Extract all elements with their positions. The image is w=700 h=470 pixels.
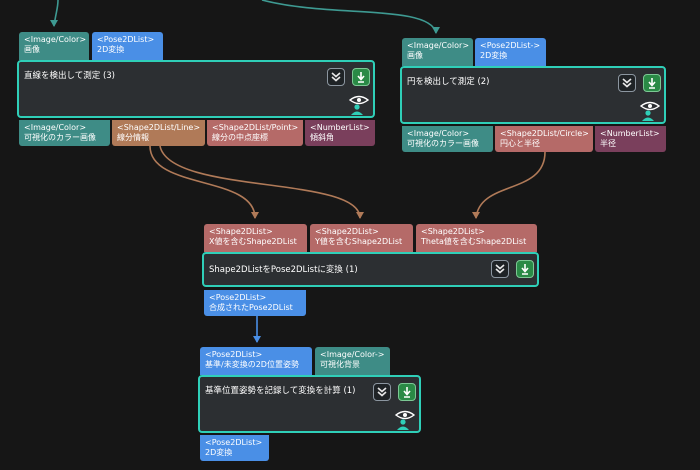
download-icon — [648, 78, 656, 89]
download-button[interactable] — [643, 74, 661, 92]
port-type: <Image/Color-> — [320, 350, 385, 359]
wire-to-image-input-1 — [50, 0, 59, 27]
port-label: 2D変換 — [205, 448, 233, 457]
port-type: <Image/Color> — [24, 35, 87, 44]
download-icon — [357, 72, 365, 83]
download-icon — [403, 387, 411, 398]
visibility-icon[interactable] — [395, 409, 415, 431]
node-detect-line[interactable]: 直線を検出して測定 (3) — [17, 60, 375, 118]
node-title: 直線を検出して測定 (3) — [24, 71, 115, 81]
node-title: 円を検出して測定 (2) — [407, 77, 490, 87]
port-label: 画像 — [24, 45, 40, 54]
port-type: <Shape2DList> — [421, 227, 485, 236]
port-label: 基準/未変換の2D位置姿勢 — [205, 360, 299, 369]
input-port-y-values[interactable]: <Shape2DList> Y値を含むShape2DList — [310, 224, 413, 252]
step-into-icon — [377, 387, 387, 397]
input-port-2d-transform[interactable]: <Pose2DList> 2D変換 — [92, 32, 163, 60]
port-type: <Shape2DList> — [315, 227, 379, 236]
download-button[interactable] — [516, 260, 534, 278]
input-port-x-values[interactable]: <Shape2DList> X値を含むShape2DList — [204, 224, 307, 252]
port-type: <Shape2DList/Line> — [117, 123, 201, 132]
port-label: 2D変換 — [97, 45, 125, 54]
output-port-visualization-image[interactable]: <Image/Color> 可視化のカラー画像 — [402, 126, 493, 152]
port-type: <Image/Color> — [24, 123, 87, 132]
input-port-theta-values[interactable]: <Shape2DList> Theta値を含むShape2DList — [416, 224, 537, 252]
port-type: <Pose2DList> — [209, 293, 267, 302]
port-type: <Image/Color> — [407, 41, 470, 50]
port-label: 合成されたPose2DList — [209, 303, 293, 312]
port-type: <Pose2DList-> — [480, 41, 541, 50]
port-type: <NumberList> — [600, 129, 660, 138]
output-port-line-midpoints[interactable]: <Shape2DList/Point> 線分の中点座標 — [207, 120, 303, 146]
step-into-button[interactable] — [373, 383, 391, 401]
port-label: 画像 — [407, 51, 423, 60]
visibility-icon[interactable] — [349, 94, 369, 116]
wire-line-to-x — [149, 145, 259, 219]
input-port-visualization-background[interactable]: <Image/Color-> 可視化背景 — [315, 347, 390, 375]
port-type: <Image/Color> — [407, 129, 470, 138]
step-into-icon — [331, 72, 341, 82]
wire-to-image-input-2 — [261, 0, 440, 34]
output-port-combined-pose[interactable]: <Pose2DList> 合成されたPose2DList — [204, 290, 306, 316]
output-port-visualization-image[interactable]: <Image/Color> 可視化のカラー画像 — [19, 120, 110, 146]
node-record-reference-pose[interactable]: 基準位置姿勢を記録して変換を計算 (1) — [198, 375, 421, 433]
step-into-button[interactable] — [491, 260, 509, 278]
node-shape-to-pose[interactable]: Shape2DListをPose2DListに変換 (1) — [202, 252, 539, 287]
port-type: <Shape2DList/Point> — [212, 123, 299, 132]
download-button[interactable] — [352, 68, 370, 86]
port-label: Y値を含むShape2DList — [315, 237, 403, 246]
port-label: 可視化背景 — [320, 360, 360, 369]
output-port-slope-angle[interactable]: <NumberList> 傾斜角 — [305, 120, 375, 146]
wire-line-to-y — [159, 145, 364, 219]
port-label: 傾斜角 — [310, 133, 334, 142]
input-port-2d-transform[interactable]: <Pose2DList-> 2D変換 — [475, 38, 546, 66]
port-label: 線分情報 — [117, 133, 149, 142]
step-into-button[interactable] — [327, 68, 345, 86]
port-label: 半径 — [600, 139, 616, 148]
port-type: <Pose2DList> — [205, 438, 263, 447]
port-label: 円心と半径 — [500, 139, 540, 148]
port-type: <Pose2DList> — [205, 350, 263, 359]
output-port-circle-center-radius[interactable]: <Shape2DList/Circle> 円心と半径 — [495, 126, 593, 152]
step-into-button[interactable] — [618, 74, 636, 92]
download-button[interactable] — [398, 383, 416, 401]
output-port-2d-transform[interactable]: <Pose2DList> 2D変換 — [200, 435, 269, 461]
wire-circle-to-theta — [472, 151, 546, 219]
output-port-line-info[interactable]: <Shape2DList/Line> 線分情報 — [112, 120, 205, 146]
port-label: 可視化のカラー画像 — [24, 133, 96, 142]
port-type: <NumberList> — [310, 123, 370, 132]
step-into-icon — [495, 264, 505, 274]
port-label: Theta値を含むShape2DList — [421, 237, 527, 246]
step-into-icon — [622, 78, 632, 88]
port-type: <Pose2DList> — [97, 35, 155, 44]
input-port-reference-pose[interactable]: <Pose2DList> 基準/未変換の2D位置姿勢 — [200, 347, 312, 375]
port-label: 線分の中点座標 — [212, 133, 268, 142]
node-detect-circle[interactable]: 円を検出して測定 (2) — [400, 66, 666, 124]
download-icon — [521, 264, 529, 275]
output-port-radius[interactable]: <NumberList> 半径 — [595, 126, 666, 152]
port-label: 2D変換 — [480, 51, 508, 60]
port-label: X値を含むShape2DList — [209, 237, 297, 246]
port-type: <Shape2DList/Circle> — [500, 129, 589, 138]
node-title: 基準位置姿勢を記録して変換を計算 (1) — [205, 386, 356, 396]
visibility-icon[interactable] — [640, 100, 660, 122]
input-port-image[interactable]: <Image/Color> 画像 — [402, 38, 473, 66]
port-label: 可視化のカラー画像 — [407, 139, 479, 148]
port-type: <Shape2DList> — [209, 227, 273, 236]
node-title: Shape2DListをPose2DListに変換 (1) — [209, 265, 358, 275]
input-port-image[interactable]: <Image/Color> 画像 — [19, 32, 89, 60]
